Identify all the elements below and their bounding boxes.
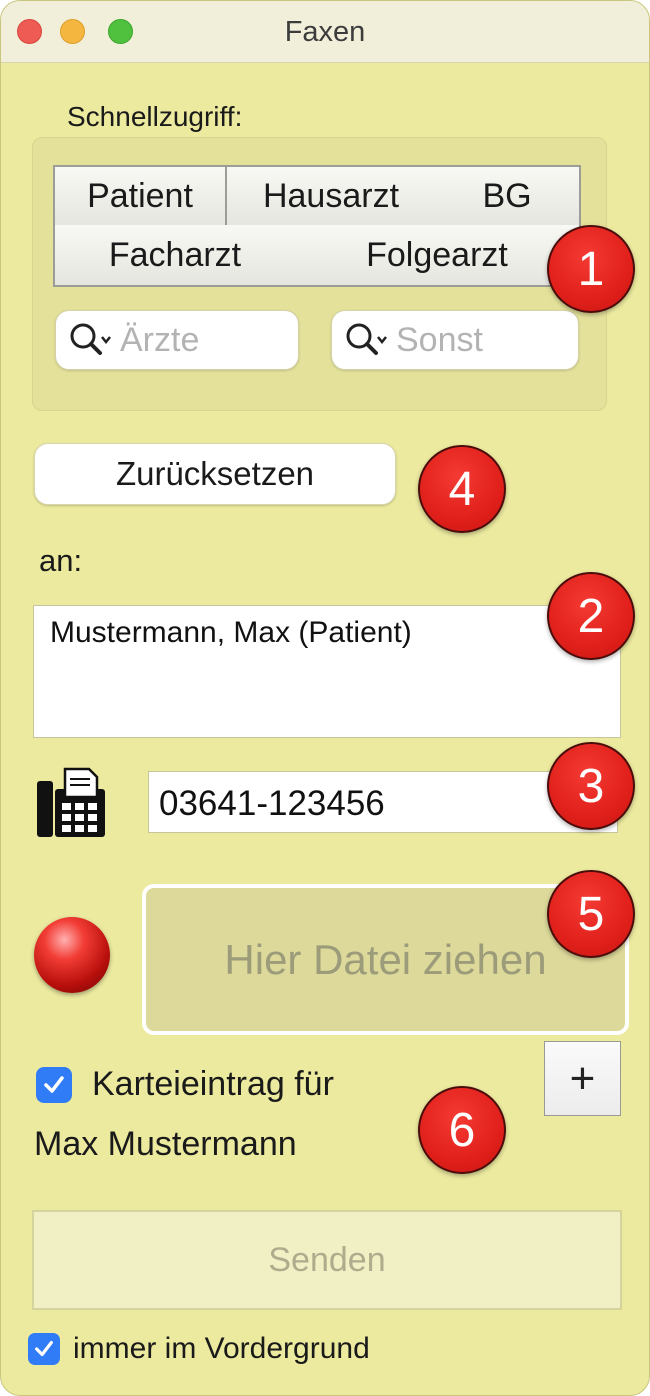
- chart-entry-patient-name: Max Mustermann: [34, 1125, 297, 1163]
- doctor-search-input[interactable]: [120, 320, 280, 360]
- other-search-input[interactable]: [396, 320, 556, 360]
- quick-patient-button[interactable]: Patient: [53, 165, 227, 227]
- quick-facharzt-button[interactable]: Facharzt: [53, 225, 297, 287]
- other-search-field[interactable]: [331, 310, 579, 370]
- quick-access-label: Schnellzugriff:: [67, 101, 243, 132]
- chart-entry-checkbox[interactable]: [36, 1067, 72, 1103]
- quick-hausarzt-button[interactable]: Hausarzt: [227, 165, 437, 227]
- callout-badge-4: 4: [418, 445, 506, 533]
- add-file-button[interactable]: +: [544, 1041, 621, 1116]
- status-led-icon: [34, 917, 110, 993]
- always-on-top-checkbox[interactable]: [28, 1333, 60, 1365]
- chart-entry-label: Karteieintrag für: [92, 1065, 334, 1103]
- recipient-item[interactable]: Mustermann, Max (Patient): [50, 616, 412, 649]
- title-bar: Faxen: [1, 1, 649, 63]
- quick-folgearzt-button[interactable]: Folgearzt: [295, 225, 581, 287]
- fax-window: Faxen Schnellzugriff: Patient Hausarzt B…: [0, 0, 650, 1396]
- search-icon: [346, 323, 387, 355]
- quick-bg-button[interactable]: BG: [435, 165, 581, 227]
- search-icon: [70, 323, 111, 355]
- always-on-top-label: immer im Vordergrund: [73, 1332, 370, 1365]
- checkmark-icon: [44, 1076, 64, 1093]
- recipient-list[interactable]: Mustermann, Max (Patient): [33, 605, 621, 738]
- checkmark-icon: [35, 1340, 53, 1357]
- reset-button[interactable]: Zurücksetzen: [34, 443, 396, 505]
- callout-badge-2: 2: [547, 572, 635, 660]
- callout-badge-3: 3: [547, 742, 635, 830]
- callout-badge-5: 5: [547, 870, 635, 958]
- callout-badge-6: 6: [418, 1086, 506, 1174]
- send-button[interactable]: Senden: [32, 1210, 622, 1310]
- window-title: Faxen: [284, 16, 366, 48]
- fax-machine-icon: [37, 767, 105, 837]
- doctor-search-field[interactable]: [55, 310, 299, 370]
- callout-badge-1: 1: [547, 225, 635, 313]
- recipient-label: an:: [39, 543, 83, 578]
